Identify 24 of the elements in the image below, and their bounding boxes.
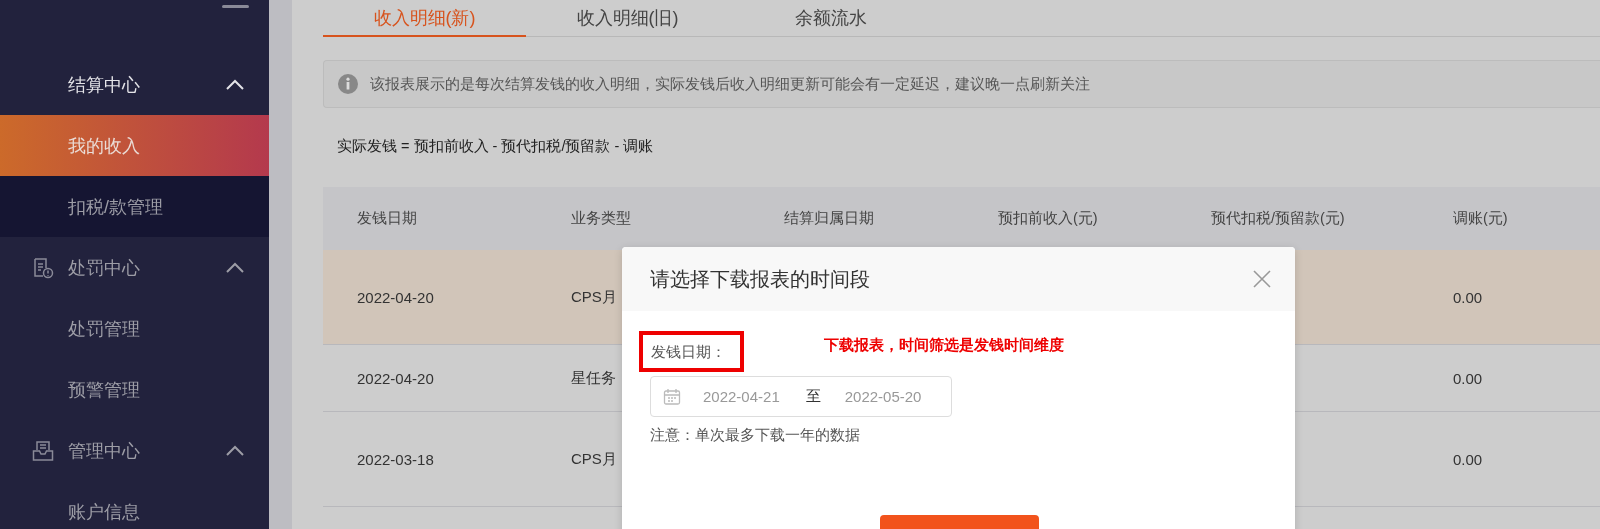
notice-text: 该报表展示的是每次结算发钱的收入明细，实际发钱后收入明细更新可能会有一定延迟，建议晚一点刷新关注	[370, 74, 1090, 94]
end-date: 2022-05-20	[844, 388, 922, 405]
table-cell: 2022-03-18	[357, 450, 434, 468]
table-cell: 0.00	[1453, 288, 1483, 306]
column-header: 业务类型	[571, 209, 632, 228]
column-header: 预扣前收入(元)	[998, 209, 1099, 228]
table-cell: 0.00	[1453, 450, 1483, 468]
range-separator: 至	[805, 387, 821, 406]
table-cell: 0.00	[1453, 369, 1483, 387]
field-label: 发钱日期：	[639, 331, 744, 372]
column-header: 发钱日期	[357, 209, 418, 228]
note-text: 注意：单次最多下载一年的数据	[650, 426, 861, 445]
start-date: 2022-04-21	[703, 388, 780, 405]
column-header: 调账(元)	[1453, 209, 1509, 228]
table-cell: 星任务	[571, 368, 616, 388]
table-cell: 2022-04-20	[357, 369, 434, 387]
formula-text: 实际发钱 = 预扣前收入 - 预代扣税/预留款 - 调账	[336, 137, 655, 156]
table-cell: CPS月	[571, 287, 617, 307]
dialog-title: 请选择下载报表的时间段	[650, 266, 871, 292]
column-header: 预代扣税/预留款(元)	[1211, 209, 1346, 228]
annotation-text: 下载报表，时间筛选是发钱时间维度	[824, 336, 1064, 355]
table-cell: CPS月	[571, 449, 617, 469]
table-cell: 2022-04-20	[357, 288, 434, 306]
column-header: 结算归属日期	[784, 209, 875, 228]
